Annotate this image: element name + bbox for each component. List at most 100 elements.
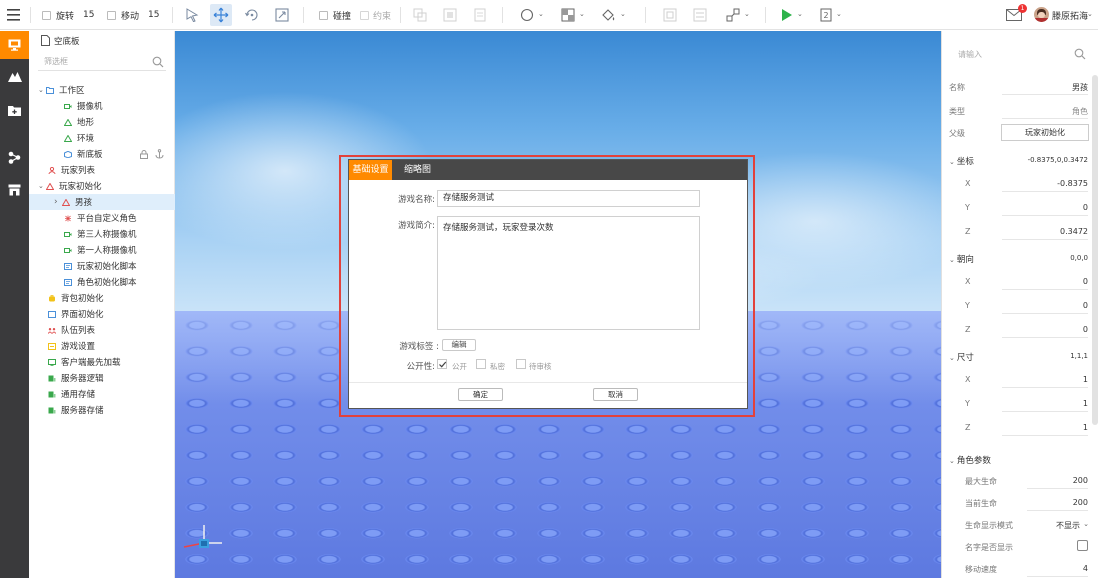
prop-name-value[interactable]: 男孩 — [1072, 82, 1088, 93]
chevron-down-icon[interactable]: ⌄ — [949, 354, 955, 362]
public-checkbox[interactable] — [437, 359, 447, 369]
name-show-checkbox[interactable] — [1077, 540, 1088, 551]
prop-row-role-params[interactable]: ⌄ 角色参数 — [942, 450, 1092, 470]
move-value[interactable]: 15 — [148, 10, 159, 20]
player-count-icon[interactable]: 2 — [820, 8, 832, 22]
size-y-value[interactable]: 1 — [1083, 399, 1088, 408]
rail-item-terrain[interactable] — [0, 62, 29, 90]
tree-node-baseplate[interactable]: 新底板 — [29, 146, 175, 162]
rotate-snap-toggle[interactable]: 旋转 15 — [42, 0, 94, 30]
game-desc-textarea[interactable]: 存储服务测试，玩家登录次数 — [437, 216, 700, 330]
select-tool-icon[interactable] — [185, 8, 199, 22]
chevron-down-icon[interactable]: ⌄ — [620, 10, 626, 18]
chevron-down-icon[interactable]: ⌄ — [744, 10, 750, 18]
prop-row-position[interactable]: ⌄ 坐标 -0.8375,0,0.3472 — [942, 151, 1092, 171]
chevron-right-icon[interactable]: › — [54, 197, 62, 207]
chevron-down-icon[interactable]: ⌄ — [949, 256, 955, 264]
ori-z-value[interactable]: 0 — [1083, 325, 1088, 334]
play-icon[interactable] — [781, 8, 793, 22]
tree-node-boy[interactable]: › 男孩 — [29, 194, 175, 210]
chevron-down-icon[interactable]: ⌄ — [1083, 520, 1089, 528]
speed-value[interactable]: 4 — [1083, 564, 1088, 573]
hp-mode-select[interactable]: 不显示 — [1056, 520, 1080, 531]
rotate-tool-icon[interactable] — [244, 7, 260, 23]
tree-node-custom-role[interactable]: 平台自定义角色 — [29, 210, 175, 226]
tree-node-ui-init[interactable]: 界面初始化 — [29, 306, 175, 322]
tab-basic-settings[interactable]: 基础设置 — [349, 160, 392, 180]
collide-checkbox[interactable] — [319, 10, 328, 20]
tree-node-camera[interactable]: 摄像机 — [29, 98, 175, 114]
properties-scrollbar[interactable] — [1092, 75, 1098, 425]
chevron-down-icon[interactable]: ⌄ — [949, 457, 955, 465]
game-name-input[interactable]: 存储服务测试 — [437, 190, 700, 207]
size-x-value[interactable]: 1 — [1083, 375, 1088, 384]
prop-row-size[interactable]: ⌄ 尺寸 1,1,1 — [942, 347, 1092, 367]
sphere-shape-icon[interactable] — [520, 8, 534, 22]
move-snap-toggle[interactable]: 移动 15 — [107, 0, 159, 30]
collide-toggle[interactable]: 碰撞 — [319, 0, 351, 30]
constraint-checkbox[interactable] — [360, 10, 369, 20]
chevron-down-icon[interactable]: ⌄ — [579, 10, 585, 18]
rail-item-resources[interactable] — [0, 96, 29, 124]
ori-y-value[interactable]: 0 — [1083, 301, 1088, 310]
cur-hp-value[interactable]: 200 — [1073, 498, 1088, 507]
edit-tags-button[interactable]: 编辑 — [442, 339, 476, 351]
anchor-icon[interactable] — [155, 149, 164, 159]
pending-checkbox[interactable] — [516, 359, 526, 369]
tree-node-third-person-cam[interactable]: 第三人称摄像机 — [29, 226, 175, 242]
paint-bucket-icon[interactable] — [601, 8, 616, 22]
tree-node-terrain[interactable]: 地形 — [29, 114, 175, 130]
cancel-button[interactable]: 取消 — [593, 388, 638, 401]
pos-z-value[interactable]: 0.3472 — [1060, 227, 1088, 236]
size-z-value[interactable]: 1 — [1083, 423, 1088, 432]
max-hp-value[interactable]: 200 — [1073, 476, 1088, 485]
rotate-value[interactable]: 15 — [83, 10, 94, 20]
material-icon[interactable] — [561, 8, 575, 22]
rail-item-nodes[interactable] — [0, 143, 29, 171]
chevron-down-icon[interactable]: ⌄ — [1087, 10, 1093, 18]
properties-search[interactable]: 请输入 — [942, 31, 1098, 75]
chevron-down-icon[interactable]: ⌄ — [797, 10, 803, 18]
transform-mode-icon[interactable] — [725, 7, 741, 23]
prop-row-orientation[interactable]: ⌄ 朝向 0,0,0 — [942, 249, 1092, 269]
scale-tool-icon[interactable] — [275, 8, 289, 22]
pos-y-value[interactable]: 0 — [1083, 203, 1088, 212]
move-tool-button[interactable] — [210, 4, 232, 26]
tree-node-server-logic[interactable]: 服务器逻辑 — [29, 370, 175, 386]
tree-node-player-init[interactable]: ⌄ 玩家初始化 — [29, 178, 175, 194]
chevron-down-icon[interactable]: ⌄ — [38, 86, 46, 94]
parent-select-button[interactable]: 玩家初始化 — [1001, 124, 1089, 141]
tree-node-server-storage[interactable]: 服务器存储 — [29, 402, 175, 418]
confirm-button[interactable]: 确定 — [458, 388, 503, 401]
tree-node-player-list[interactable]: 玩家列表 — [29, 162, 175, 178]
rotate-checkbox[interactable] — [42, 10, 51, 20]
private-checkbox[interactable] — [476, 359, 486, 369]
tree-node-game-settings[interactable]: 游戏设置 — [29, 338, 175, 354]
tree-node-first-person-cam[interactable]: 第一人称摄像机 — [29, 242, 175, 258]
chevron-down-icon[interactable]: ⌄ — [38, 182, 46, 190]
tree-node-environment[interactable]: 环境 — [29, 130, 175, 146]
constraint-toggle[interactable]: 约束 — [360, 0, 391, 30]
user-name[interactable]: 滕原拓海 — [1052, 9, 1088, 22]
tree-node-team-list[interactable]: 队伍列表 — [29, 322, 175, 338]
tree-node-backpack-init[interactable]: 背包初始化 — [29, 290, 175, 306]
avatar[interactable] — [1034, 7, 1049, 22]
lock-icon[interactable] — [140, 150, 148, 159]
tree-node-player-init-script[interactable]: 玩家初始化脚本 — [29, 258, 175, 274]
tree-node-common-storage[interactable]: 通用存储 — [29, 386, 175, 402]
tree-node-client-first-load[interactable]: 客户端最先加载 — [29, 354, 175, 370]
chevron-down-icon[interactable]: ⌄ — [836, 10, 842, 18]
chevron-down-icon[interactable]: ⌄ — [949, 158, 955, 166]
tree-node-workspace[interactable]: ⌄ 工作区 — [29, 82, 175, 98]
chevron-down-icon[interactable]: ⌄ — [538, 10, 544, 18]
pos-x-value[interactable]: -0.8375 — [1057, 179, 1088, 188]
rail-item-store[interactable] — [0, 176, 29, 204]
tree-search-input[interactable]: 筛选框 — [38, 53, 166, 71]
move-checkbox[interactable] — [107, 10, 116, 20]
tab-thumbnail[interactable]: 缩略图 — [404, 160, 431, 180]
ori-x-value[interactable]: 0 — [1083, 277, 1088, 286]
tree-node-role-init-script[interactable]: 角色初始化脚本 — [29, 274, 175, 290]
rail-item-scene[interactable] — [0, 31, 29, 59]
search-icon[interactable] — [152, 56, 164, 68]
menu-icon[interactable] — [7, 9, 20, 21]
